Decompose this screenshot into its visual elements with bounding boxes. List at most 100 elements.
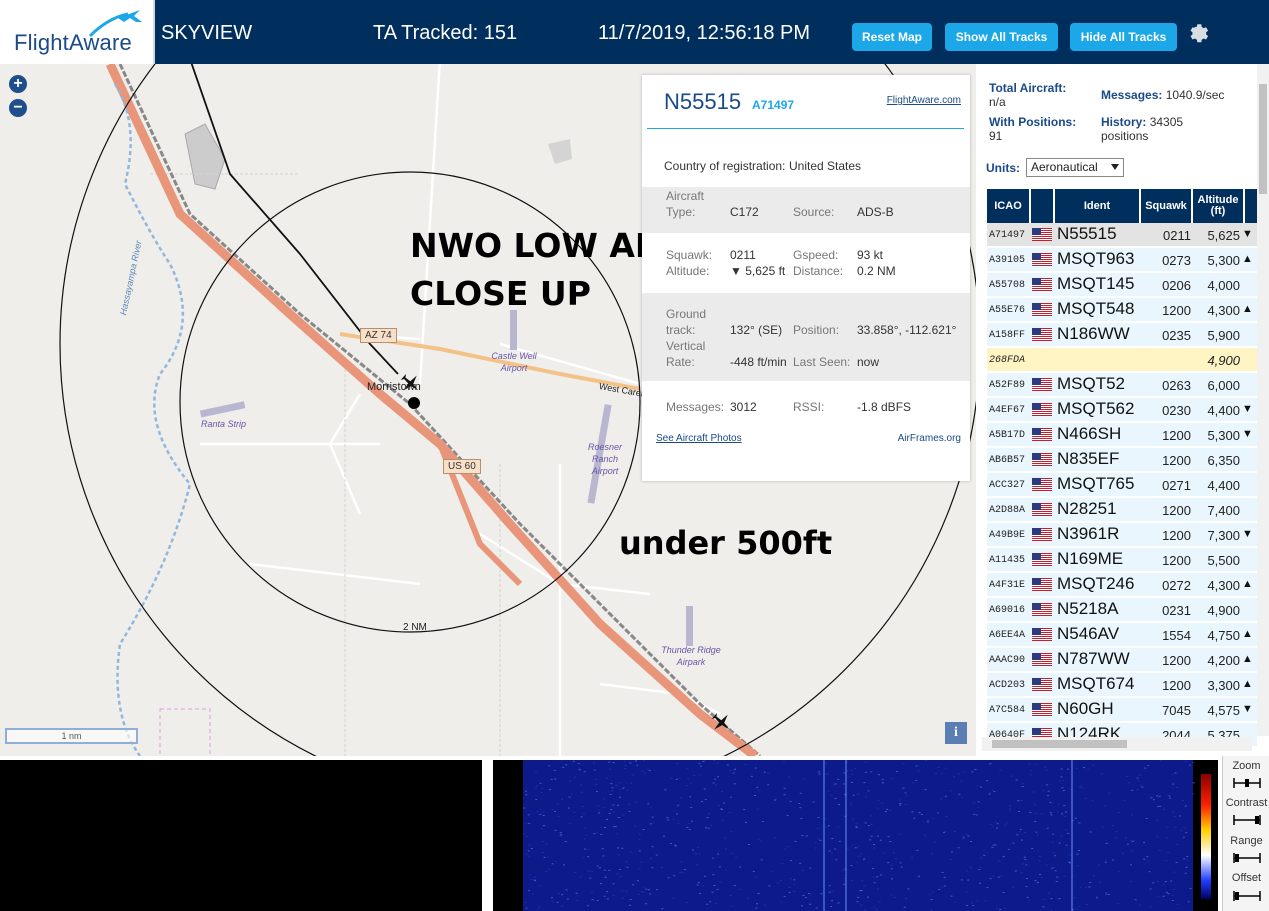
us-flag-icon xyxy=(1032,303,1052,316)
col-ident[interactable]: Ident xyxy=(1055,189,1141,223)
total-aircraft-stat: Total Aircraft: n/a xyxy=(989,81,1067,109)
table-row[interactable]: A5B17D N466SH 1200 5,300 ▼ xyxy=(987,423,1257,447)
logo-text: FlightAware xyxy=(14,30,132,55)
cell-ident: N3961R xyxy=(1057,524,1120,543)
aircraft-icon[interactable] xyxy=(709,710,733,734)
cell-icao: A69016 xyxy=(989,605,1026,616)
table-header: ICAO Ident Squawk Altitude (ft) xyxy=(987,189,1257,223)
cell-icao: A2D88A xyxy=(989,505,1026,516)
us-flag-icon xyxy=(1032,378,1052,391)
panel-vertical-scrollbar[interactable] xyxy=(1257,64,1269,736)
popup-type-row: Aircraft Type: C172 Source: ADS-B xyxy=(642,187,970,233)
range-slider[interactable] xyxy=(1233,853,1261,863)
us-flag-icon xyxy=(1032,478,1052,491)
table-row[interactable]: A55708 MSQT145 0206 4,000 xyxy=(987,273,1257,297)
table-row[interactable]: A11435 N169ME 1200 5,500 xyxy=(987,548,1257,572)
cell-altitude-trend: ▼ xyxy=(1242,528,1253,540)
table-row[interactable]: A55E76 MSQT548 1200 4,300 ▲ xyxy=(987,298,1257,322)
town-label: Morristown xyxy=(367,381,421,393)
cell-squawk: 0211 xyxy=(1163,228,1191,243)
cell-ident: MSQT145 xyxy=(1057,274,1135,293)
col-icao[interactable]: ICAO xyxy=(987,189,1031,223)
cell-ident: N186WW xyxy=(1057,324,1130,343)
zoom-slider[interactable] xyxy=(1233,778,1261,788)
color-scale-bar xyxy=(1201,774,1211,899)
col-altitude[interactable]: Altitude (ft) xyxy=(1193,189,1245,223)
us-flag-icon xyxy=(1032,678,1052,691)
annotation-title-line2: CLOSE UP xyxy=(410,274,591,313)
zoom-out-button[interactable]: − xyxy=(9,99,27,117)
table-row[interactable]: ACC327 MSQT765 0271 4,400 xyxy=(987,473,1257,497)
aircraft-photos-link[interactable]: See Aircraft Photos xyxy=(656,433,742,444)
units-select[interactable]: Aeronautical xyxy=(1026,158,1124,177)
waterfall-pane xyxy=(493,760,1218,911)
waterfall-controls: Zoom Contrast Range Offset xyxy=(1222,756,1269,911)
cell-icao: A11435 xyxy=(989,555,1026,566)
us-flag-icon xyxy=(1032,628,1052,641)
us-flag-icon xyxy=(1032,553,1052,566)
popup-messages-row: Messages: 3012 RSSI: -1.8 dBFS xyxy=(666,400,912,414)
table-row[interactable]: A4EF67 MSQT562 0230 4,400 ▼ xyxy=(987,398,1257,422)
receiver-marker xyxy=(408,397,420,409)
range-ring-label: 2 NM xyxy=(403,622,427,633)
cell-ident: MSQT52 xyxy=(1057,374,1126,393)
zoom-in-button[interactable]: + xyxy=(9,75,27,93)
airframes-link[interactable]: AirFrames.org xyxy=(898,433,961,444)
bottom-panel: Zoom Contrast Range Offset xyxy=(0,756,1269,911)
map-info-button[interactable]: i xyxy=(945,722,967,744)
table-row[interactable]: A39105 MSQT963 0273 5,300 ▲ xyxy=(987,248,1257,272)
cell-icao: ACC327 xyxy=(989,480,1026,491)
table-row[interactable]: A4F31E MSQT246 0272 4,300 ▲ xyxy=(987,573,1257,597)
reset-map-button[interactable]: Reset Map xyxy=(852,23,932,51)
show-all-tracks-button[interactable]: Show All Tracks xyxy=(945,23,1058,51)
cell-ident: N466SH xyxy=(1057,424,1122,443)
cell-squawk: 1200 xyxy=(1162,553,1191,568)
aircraft-detail-popup: N55515 A71497 FlightAware.com Country of… xyxy=(642,75,970,481)
table-row[interactable]: A49B9E N3961R 1200 7,300 ▼ xyxy=(987,523,1257,547)
airport-label-roesner: Roesner Ranch Airport xyxy=(587,442,623,476)
hide-all-tracks-button[interactable]: Hide All Tracks xyxy=(1070,23,1177,51)
cell-ident: MSQT548 xyxy=(1057,299,1135,318)
cell-altitude: 4,300 xyxy=(1207,578,1240,593)
table-row[interactable]: A7C584 N60GH 7045 4,575 ▼ xyxy=(987,698,1257,722)
offset-slider[interactable] xyxy=(1233,891,1261,901)
col-flag[interactable] xyxy=(1031,189,1055,223)
table-row[interactable]: 268FDA 4,900 xyxy=(987,348,1257,372)
flightaware-logo[interactable]: FlightAware xyxy=(0,0,155,64)
table-row[interactable]: A69016 N5218A 0231 4,900 xyxy=(987,598,1257,622)
cell-icao: A7C584 xyxy=(989,705,1026,716)
zoom-control-label: Zoom xyxy=(1232,760,1261,772)
table-row[interactable]: A6EE4A N546AV 1554 4,750 ▲ xyxy=(987,623,1257,647)
cell-ident: MSQT562 xyxy=(1057,399,1135,418)
cell-icao: A39105 xyxy=(989,255,1026,266)
popup-divider xyxy=(647,128,964,129)
contrast-slider[interactable] xyxy=(1233,815,1261,825)
gear-icon[interactable] xyxy=(1187,21,1211,45)
table-row[interactable]: A158FF N186WW 0235 5,900 xyxy=(987,323,1257,347)
cell-squawk: 1200 xyxy=(1162,303,1191,318)
cell-altitude: 4,200 xyxy=(1207,653,1240,668)
annotation-under-500: under 500ft xyxy=(619,524,833,562)
table-row[interactable]: A2D88A N28251 1200 7,400 xyxy=(987,498,1257,522)
table-row[interactable]: A52F89 MSQT52 0263 6,000 xyxy=(987,373,1257,397)
cell-altitude: 4,400 xyxy=(1207,403,1240,418)
cell-altitude: 4,300 xyxy=(1207,303,1240,318)
cell-altitude: 4,575 xyxy=(1207,703,1240,718)
cell-altitude: 5,625 xyxy=(1207,228,1240,243)
cell-squawk: 0231 xyxy=(1162,603,1191,618)
cell-altitude: 3,300 xyxy=(1207,678,1240,693)
offset-control-label: Offset xyxy=(1231,872,1262,884)
col-squawk[interactable]: Squawk xyxy=(1141,189,1193,223)
popup-icao-hex[interactable]: A71497 xyxy=(752,98,794,112)
us-flag-icon xyxy=(1032,603,1052,616)
table-row[interactable]: ACD203 MSQT674 1200 3,300 ▲ xyxy=(987,673,1257,697)
table-row[interactable]: AAAC90 N787WW 1200 4,200 ▲ xyxy=(987,648,1257,672)
with-positions-stat: With Positions: 91 xyxy=(989,115,1077,143)
range-control-label: Range xyxy=(1230,835,1263,847)
table-row[interactable]: A71497 N55515 0211 5,625 ▼ xyxy=(987,223,1257,247)
panel-horizontal-scrollbar[interactable] xyxy=(982,737,1252,751)
table-row[interactable]: AB6B57 N835EF 1200 6,350 xyxy=(987,448,1257,472)
cell-icao: A6EE4A xyxy=(989,630,1026,641)
flightaware-link[interactable]: FlightAware.com xyxy=(887,95,961,106)
cell-ident: N5218A xyxy=(1057,599,1119,618)
